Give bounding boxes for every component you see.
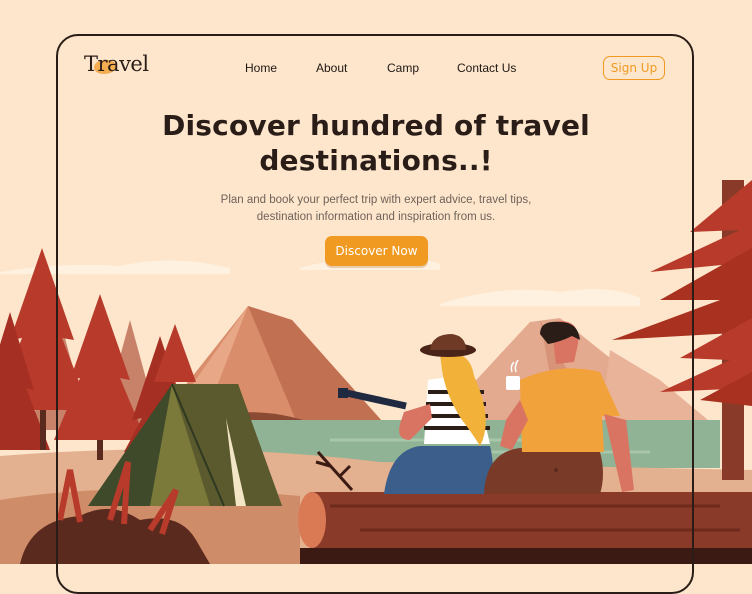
cloud [440, 289, 640, 306]
logo[interactable]: Travel [84, 52, 149, 82]
sign-up-button[interactable]: Sign Up [603, 56, 665, 80]
hero-title-line-2: destinations..! [259, 144, 493, 177]
log [298, 492, 752, 564]
hero-subtitle: Plan and book your perfect trip with exp… [176, 192, 576, 226]
nav-contact-us[interactable]: Contact Us [457, 61, 516, 75]
nav-camp[interactable]: Camp [387, 61, 419, 75]
hero-illustration [0, 180, 752, 564]
hero-subtitle-line-1: Plan and book your perfect trip with exp… [220, 194, 532, 206]
nav-about[interactable]: About [316, 61, 347, 75]
nav-home[interactable]: Home [245, 61, 277, 75]
hero-title: Discover hundred of travel destinations.… [100, 108, 652, 178]
hero-title-line-1: Discover hundred of travel [162, 109, 590, 142]
hero-subtitle-line-2: destination information and inspiration … [256, 211, 496, 223]
discover-now-button[interactable]: Discover Now [325, 236, 428, 266]
logo-text: Travel [84, 52, 149, 76]
